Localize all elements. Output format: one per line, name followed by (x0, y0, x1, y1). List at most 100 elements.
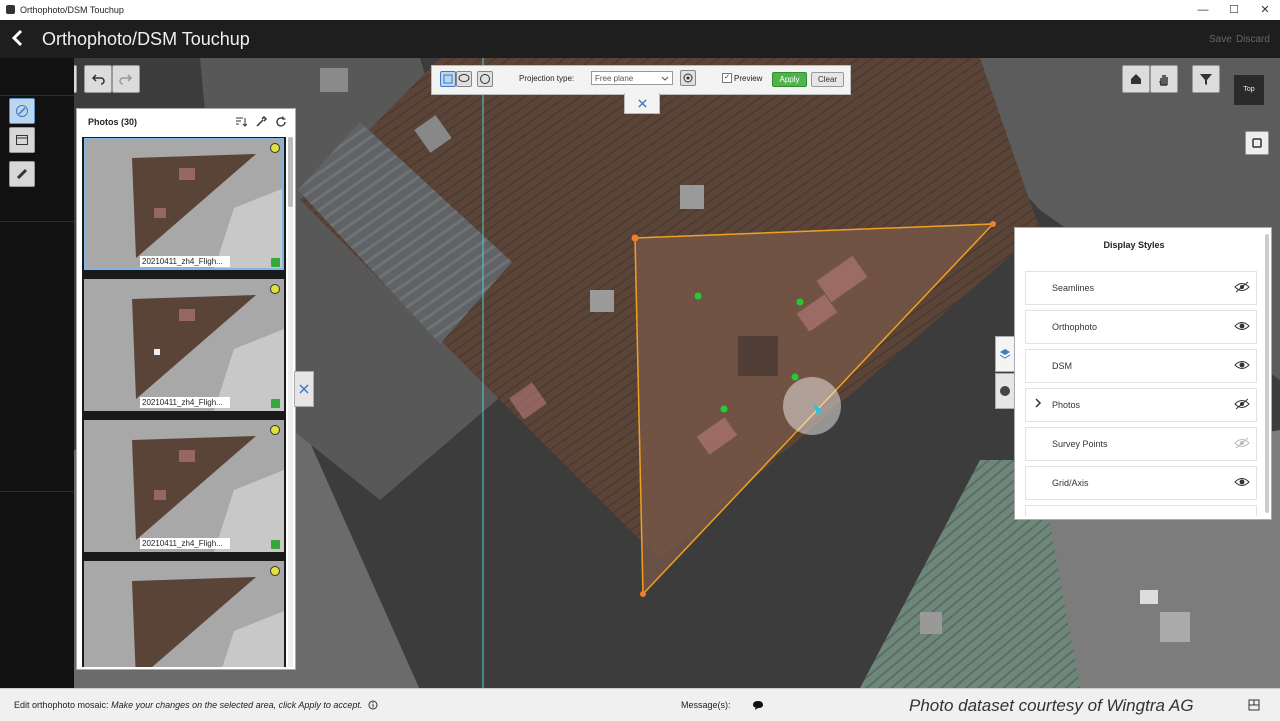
page-title: Orthophoto/DSM Touchup (42, 29, 250, 49)
photos-panel: Photos (30) 20210411_zh4_Fligh... 202104… (76, 108, 296, 670)
photo-check-icon[interactable] (271, 258, 280, 267)
status-bar: Edit orthophoto mosaic: Make your change… (0, 688, 1280, 721)
status-instruction: Make your changes on the selected area, … (111, 700, 363, 710)
globe-tab[interactable] (995, 373, 1015, 409)
display-style-label: DSM (1052, 361, 1072, 371)
photos-list[interactable]: 20210411_zh4_Fligh... 20210411_zh4_Fligh… (82, 137, 286, 667)
display-style-label: Photos (1052, 400, 1081, 410)
save-button[interactable]: Save (1209, 34, 1232, 45)
back-icon[interactable] (10, 28, 30, 48)
photo-status-dot (270, 425, 280, 435)
eye-off-icon[interactable] (1234, 398, 1250, 410)
photo-status-dot (270, 143, 280, 153)
status-text: Edit orthophoto mosaic: Make your change… (14, 700, 378, 710)
maximize-button[interactable]: ☐ (1219, 2, 1249, 18)
frame-icon (1252, 138, 1262, 148)
rectangle-select-tool[interactable] (440, 71, 456, 87)
photo-check-icon[interactable] (271, 540, 280, 549)
info-icon[interactable] (368, 700, 378, 710)
plane-icon (683, 73, 693, 83)
chat-bubble-icon[interactable] (752, 700, 764, 711)
view-cube-top[interactable]: Top (1234, 75, 1264, 105)
minimize-button[interactable]: — (1188, 2, 1218, 18)
photo-item[interactable]: 20210411_zh4_Fligh... (84, 420, 284, 552)
close-button[interactable]: ✕ (1250, 2, 1280, 18)
sort-icon[interactable] (235, 116, 247, 128)
filter-button[interactable] (1192, 65, 1220, 93)
redo-icon (119, 74, 133, 85)
filter-icon (1200, 74, 1212, 85)
app-icon (6, 5, 15, 14)
photo-status-dot (270, 284, 280, 294)
measure-tool[interactable] (9, 161, 35, 187)
photo-credit: Photo dataset courtesy of Wingtra AG (909, 696, 1194, 715)
photo-name: 20210411_zh4_Fligh... (140, 397, 230, 408)
status-prefix: Edit orthophoto mosaic: (14, 700, 109, 710)
pick-plane-button[interactable] (680, 70, 696, 86)
display-styles-scrollbar[interactable] (1265, 234, 1269, 513)
display-style-item[interactable]: Orthophoto (1025, 310, 1257, 344)
toolbar-collapse-tab[interactable] (624, 93, 660, 114)
photos-scrollbar[interactable] (288, 137, 293, 667)
eye-icon[interactable] (1234, 476, 1250, 488)
messages-label: Message(s): (681, 700, 731, 710)
redo-button[interactable] (112, 65, 140, 93)
pencil-circle-icon (16, 105, 28, 117)
projection-type-select[interactable]: Free plane (591, 71, 673, 85)
photo-name: 20210411_zh4_Fligh... (140, 538, 230, 549)
display-styles-title: Display Styles (1103, 240, 1165, 250)
eye-off-icon[interactable] (1234, 281, 1250, 293)
display-style-label: Seamlines (1052, 283, 1095, 293)
photo-check-icon[interactable] (271, 399, 280, 408)
rectangle-select-icon (443, 74, 453, 84)
eye-icon[interactable] (1234, 320, 1250, 332)
chevron-down-icon (661, 76, 669, 81)
display-style-item[interactable]: Survey Points (1025, 427, 1257, 461)
apply-button[interactable]: Apply (772, 72, 807, 87)
photo-item[interactable]: 20210411_zh4_Fligh... (84, 279, 284, 411)
discard-button[interactable]: Discard (1236, 34, 1270, 45)
refresh-icon[interactable] (275, 116, 287, 128)
tools-icon (299, 384, 309, 394)
layers-tab[interactable] (995, 336, 1015, 372)
edit-dsm-tool[interactable] (9, 127, 35, 153)
brush-tool[interactable] (477, 71, 493, 87)
photo-thumbnail (132, 154, 284, 270)
pan-button[interactable] (1150, 65, 1178, 93)
eyedropper-icon[interactable] (255, 116, 267, 128)
photos-panel-header: Photos (30) (77, 109, 295, 135)
display-style-item[interactable]: Grid/Axis (1025, 466, 1257, 500)
undo-icon (91, 74, 105, 85)
tools-icon (637, 98, 647, 108)
edit-mosaic-tool[interactable] (9, 98, 35, 124)
display-styles-panel: Display Styles Seamlines Orthophoto DSM … (1014, 227, 1272, 520)
eye-off-icon[interactable] (1234, 437, 1250, 449)
display-style-item[interactable]: Seamlines (1025, 271, 1257, 305)
display-style-item[interactable]: Photos (1025, 388, 1257, 422)
chevron-right-icon[interactable] (1034, 397, 1042, 412)
tools-side-tab[interactable] (294, 371, 314, 407)
preview-checkbox[interactable]: ✓ (722, 73, 732, 83)
hand-icon (1159, 75, 1168, 86)
ruler-icon (16, 168, 28, 180)
brush-icon (480, 74, 490, 84)
panel-layout-icon[interactable] (1248, 699, 1260, 711)
photos-panel-title: Photos (30) (88, 117, 138, 127)
photo-status-dot (270, 566, 280, 576)
lasso-icon (458, 74, 470, 82)
house-icon (1131, 74, 1141, 84)
photo-name: 20210411_zh4_Fligh... (140, 256, 230, 267)
clear-button[interactable]: Clear (811, 72, 844, 87)
zoom-button[interactable] (74, 65, 77, 93)
app-header: Orthophoto/DSM Touchup Save Discard (0, 20, 1280, 58)
undo-button[interactable] (84, 65, 112, 93)
photo-item[interactable] (84, 561, 284, 667)
preview-label: Preview (734, 74, 763, 83)
display-style-item[interactable]: DSM (1025, 349, 1257, 383)
photo-item[interactable]: 20210411_zh4_Fligh... (84, 138, 284, 270)
fit-view-button[interactable] (1245, 131, 1269, 155)
eye-icon[interactable] (1234, 359, 1250, 371)
lasso-select-tool[interactable] (456, 71, 472, 87)
home-view-button[interactable] (1122, 65, 1150, 93)
display-style-label: Orthophoto (1052, 322, 1098, 332)
